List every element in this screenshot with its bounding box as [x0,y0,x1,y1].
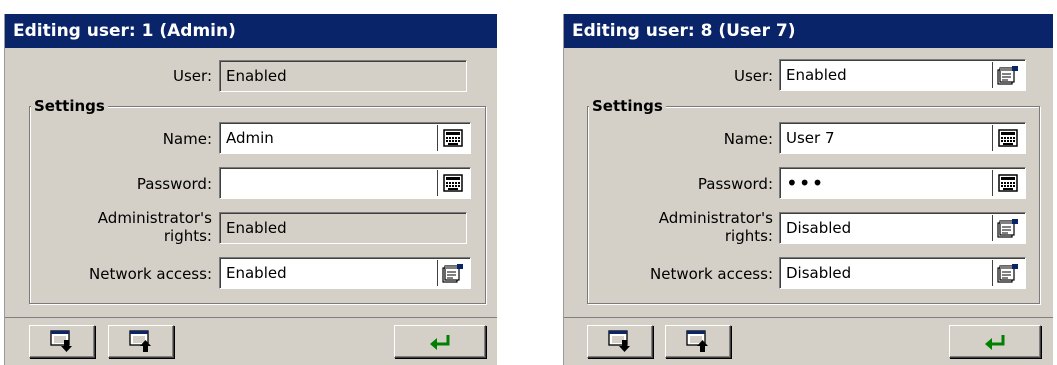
move-down-button[interactable] [587,325,653,358]
admin-rights-label-line2: rights: [724,227,773,245]
settings-title: Settings [31,97,108,115]
name-label: Name: [162,130,212,148]
move-up-button[interactable] [108,325,174,358]
footer-divider [5,317,497,318]
name-value: Admin [226,129,274,147]
admin-rights-value: Disabled [786,219,852,237]
select-list-icon[interactable] [992,62,1023,88]
user-label: User: [734,67,773,85]
enter-button[interactable] [394,325,486,358]
keyboard-icon[interactable] [437,125,468,151]
password-label: Password: [697,175,773,193]
admin-rights-label-line1: Administrator's [97,209,212,227]
select-list-icon[interactable] [437,260,468,286]
network-access-label: Network access: [650,265,773,283]
name-input[interactable]: Admin [219,122,471,154]
network-access-value: Disabled [786,264,852,282]
network-access-value: Enabled [226,264,287,282]
move-up-icon [128,330,151,352]
password-input[interactable]: ••• [779,167,1026,199]
network-access-select[interactable]: Enabled [219,257,471,289]
user-status-select[interactable]: Enabled [779,59,1026,91]
keyboard-icon[interactable] [992,125,1023,151]
password-label: Password: [136,175,212,193]
user-status-value: Enabled [226,67,287,85]
select-list-icon[interactable] [992,215,1023,241]
move-up-icon [685,330,708,352]
admin-rights-field: Enabled [219,212,467,244]
move-down-icon [607,330,630,352]
footer-divider [564,317,1053,318]
network-access-select[interactable]: Disabled [779,257,1026,289]
select-list-icon[interactable] [992,260,1023,286]
name-input[interactable]: User 7 [779,122,1026,154]
settings-title: Settings [589,97,666,115]
admin-rights-select[interactable]: Disabled [779,212,1026,244]
user-status-value: Enabled [786,66,847,84]
user-label: User: [173,67,212,85]
keyboard-icon[interactable] [992,170,1023,196]
dialog-title: Editing user: 8 (User 7) [564,14,1053,48]
name-label: Name: [723,130,773,148]
keyboard-icon[interactable] [437,170,468,196]
move-down-button[interactable] [29,325,95,358]
left-edit-user-dialog: Editing user: 1 (Admin) User: Enabled Se… [4,14,497,365]
name-value: User 7 [786,129,835,147]
user-status-field: Enabled [219,60,467,92]
admin-rights-value: Enabled [226,219,287,237]
admin-rights-label-line1: Administrator's [658,209,773,227]
enter-button[interactable] [949,325,1041,358]
right-edit-user-dialog: Editing user: 8 (User 7) User: Enabled S… [563,14,1053,365]
enter-icon [985,334,1005,350]
move-up-button[interactable] [665,325,731,358]
move-down-icon [49,330,72,352]
network-access-label: Network access: [89,265,212,283]
password-input[interactable] [219,167,471,199]
enter-icon [430,334,450,350]
admin-rights-label-line2: rights: [163,227,212,245]
password-value: ••• [786,171,825,195]
dialog-title: Editing user: 1 (Admin) [5,14,497,48]
